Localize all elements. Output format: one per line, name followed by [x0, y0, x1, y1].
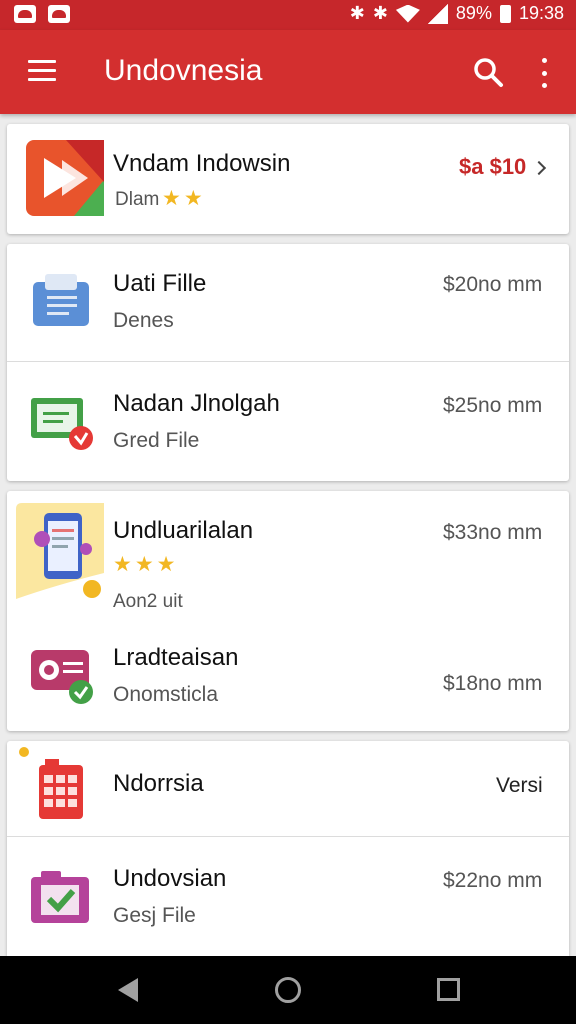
notification-icon — [48, 5, 70, 23]
menu-button[interactable] — [28, 60, 56, 82]
item-title: Uati Fille — [113, 270, 207, 297]
tools-card: Ndorrsia Versi Undovsian Gesj File $22no… — [7, 741, 569, 956]
system-nav-bar — [0, 956, 576, 1024]
item-subtitle: Aon2 uit — [113, 591, 183, 612]
app-bar: Undovnesia — [0, 30, 576, 114]
back-icon[interactable] — [118, 978, 138, 1002]
list-item[interactable]: Undovsian Gesj File $22no mm — [7, 837, 569, 956]
app-title: Undovnesia — [104, 54, 263, 87]
notification-icon — [14, 5, 36, 23]
home-icon[interactable] — [275, 977, 301, 1003]
item-subtitle: Onomsticla — [113, 683, 219, 706]
item-title: Ndorrsia — [113, 770, 204, 797]
status-bar: ✱ ✱ 89% 19:38 — [0, 0, 576, 30]
recents-icon[interactable] — [437, 978, 460, 1001]
list-item[interactable]: Ndorrsia Versi — [7, 741, 569, 836]
search-icon[interactable] — [472, 56, 504, 88]
item-price: $18no mm — [443, 672, 543, 695]
video-app-icon — [26, 140, 104, 216]
messaging-app-icon — [31, 650, 93, 704]
apps-card: Undluarilalan ★★★ Aon2 uit $33no mm Lrad… — [7, 491, 569, 731]
list-item[interactable]: Undluarilalan ★★★ Aon2 uit $33no mm — [7, 491, 569, 616]
folder-check-icon — [31, 871, 89, 923]
wifi-icon — [395, 4, 420, 23]
item-title: Vndam Indowsin — [113, 150, 291, 177]
item-price: $25no mm — [443, 394, 543, 417]
version-label: Versi — [496, 774, 543, 797]
item-title: Nadan Jlnolgah — [113, 390, 280, 417]
clock: 19:38 — [518, 3, 564, 23]
document-icon — [33, 274, 89, 326]
rating-stars: ★★ — [162, 187, 206, 210]
bluetooth-icon: ✱ — [349, 3, 365, 23]
list-item[interactable]: Uati Fille Denes $20no mm — [7, 244, 569, 361]
list-item[interactable]: Vndam Indowsin Dlam ★★ $a $10 — [7, 124, 569, 234]
item-title: Undovsian — [113, 865, 227, 892]
list-item[interactable]: Nadan Jlnolgah Gred File $25no mm — [7, 362, 569, 481]
rating-stars: ★★★ — [113, 553, 179, 576]
item-price: $22no mm — [443, 869, 543, 892]
item-price: $a $10 — [459, 154, 527, 179]
item-subtitle: Dlam — [115, 189, 160, 210]
calculator-icon — [19, 747, 83, 819]
item-title: Lradteaisan — [113, 644, 239, 671]
vibrate-icon: ✱ — [372, 3, 388, 23]
item-subtitle: Gesj File — [113, 904, 196, 927]
battery-icon — [499, 4, 511, 23]
file-card: Uati Fille Denes $20no mm Nadan Jlnolgah… — [7, 244, 569, 481]
image-file-icon — [31, 398, 93, 450]
list-item[interactable]: Lradteaisan Onomsticla $18no mm — [7, 616, 569, 731]
signal-icon — [427, 3, 448, 24]
featured-card: Vndam Indowsin Dlam ★★ $a $10 — [7, 124, 569, 234]
item-price: $20no mm — [443, 273, 543, 296]
item-title: Undluarilalan — [113, 517, 254, 544]
item-price: $33no mm — [443, 521, 543, 544]
mobile-app-icon — [16, 503, 104, 599]
more-options-button[interactable] — [534, 58, 554, 88]
chevron-right-icon[interactable] — [531, 160, 547, 176]
battery-percent: 89% — [455, 3, 492, 23]
item-subtitle: Gred File — [113, 429, 200, 452]
item-subtitle: Denes — [113, 309, 174, 332]
